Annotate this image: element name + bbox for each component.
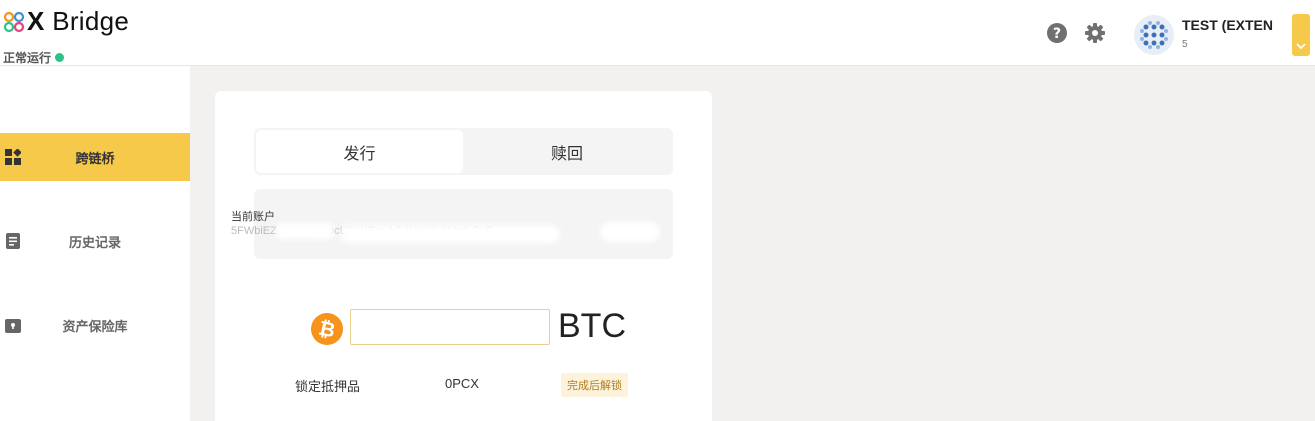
chevron-down-icon (1296, 43, 1306, 50)
amount-input[interactable] (350, 309, 550, 345)
sidebar: 跨链桥 历史记录 资产保险库 (0, 66, 190, 421)
account-dropdown-button[interactable] (1292, 14, 1310, 56)
redaction-mask (600, 222, 660, 242)
bitcoin-icon: ₿ (311, 313, 343, 345)
sidebar-item-history[interactable]: 历史记录 (0, 217, 190, 265)
redaction-mask (340, 225, 560, 243)
account-balance: 5 (1182, 39, 1188, 50)
account-identicon-icon (1140, 21, 1168, 49)
redaction-mask (275, 223, 335, 239)
vault-icon (5, 319, 21, 333)
top-header: X Bridge 正常运行 ? TEST (EXTEN 5 (0, 0, 1315, 66)
gear-icon[interactable] (1084, 22, 1106, 44)
account-name[interactable]: TEST (EXTEN (1182, 17, 1282, 33)
unlock-badge: 完成后解锁 (561, 373, 628, 397)
amount-unit: BTC (558, 307, 626, 345)
status-dot-icon (55, 53, 65, 62)
document-icon (6, 233, 20, 249)
svg-text:?: ? (1053, 26, 1061, 42)
dashboard-icon (5, 149, 21, 165)
sidebar-item-label: 资产保险库 (62, 318, 128, 334)
sidebar-item-label: 历史记录 (68, 234, 121, 250)
sidebar-item-bridge[interactable]: 跨链桥 (0, 133, 190, 181)
status-indicator: 正常运行 (3, 49, 65, 66)
current-account-label: 当前账户 (231, 211, 275, 223)
sidebar-item-vault[interactable]: 资产保险库 (0, 301, 190, 349)
bridge-logo-icon (3, 11, 25, 32)
avatar[interactable] (1134, 15, 1174, 55)
tab-issue[interactable]: 发行 (256, 130, 463, 173)
sidebar-item-label: 跨链桥 (75, 150, 115, 166)
tab-bar: 发行 赎回 (254, 128, 673, 175)
app-title: X Bridge (27, 6, 130, 36)
collateral-label: 锁定抵押品 (295, 379, 361, 394)
help-icon[interactable]: ? (1046, 22, 1068, 44)
logo[interactable]: X Bridge (3, 6, 129, 37)
status-text: 正常运行 (3, 51, 52, 65)
collateral-value: 0PCX (445, 376, 479, 391)
tab-redeem[interactable]: 赎回 (463, 130, 671, 173)
issue-card: 发行 赎回 当前账户 5FWbiEZ...i9vRqwuocLi5xNTqpAC… (215, 91, 712, 421)
